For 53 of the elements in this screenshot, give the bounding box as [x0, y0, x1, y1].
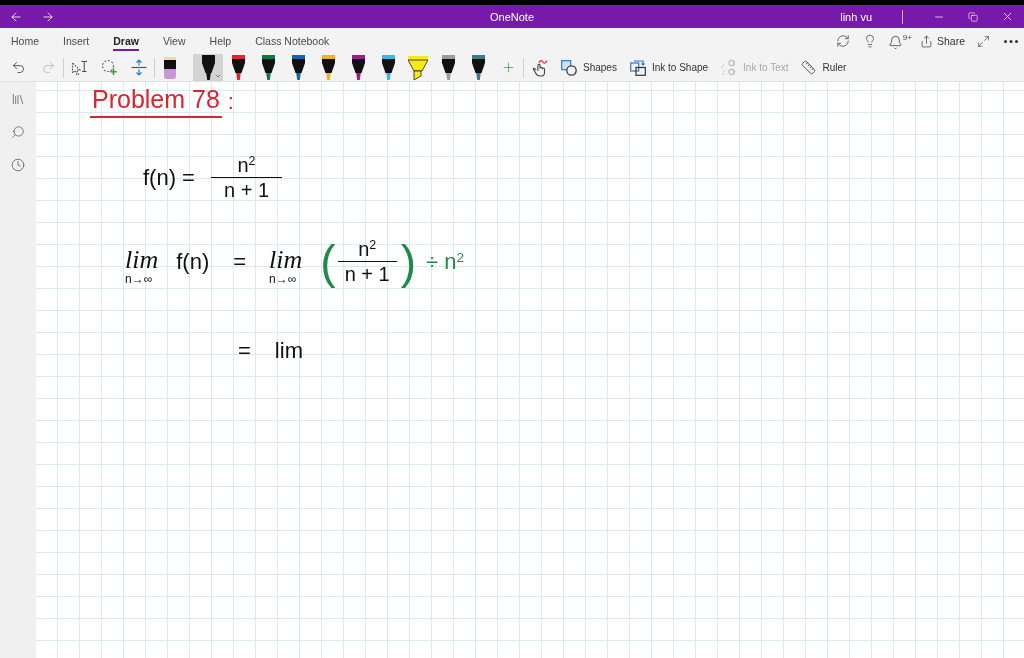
- squares-arrows-icon: [629, 59, 646, 76]
- tool-button[interactable]: Shapes: [554, 54, 623, 81]
- expand-icon: [977, 34, 990, 48]
- limit-label: lim: [269, 248, 303, 272]
- tool-button[interactable]: Ruler: [794, 54, 853, 81]
- ribbon-tab[interactable]: Insert: [63, 28, 90, 54]
- pointer-text-cursor-icon: [70, 59, 88, 76]
- ribbon-tab[interactable]: Class Notebook: [255, 28, 330, 54]
- clock-icon: [11, 157, 25, 172]
- dashed-circle-plus-icon: [100, 59, 118, 76]
- share-icon: [919, 34, 933, 48]
- caret-icon: [214, 72, 222, 80]
- insert-space-icon: [131, 59, 147, 76]
- ribbon-tab[interactable]: Home: [11, 28, 39, 54]
- math-expression: :: [227, 88, 234, 115]
- problem-heading: Problem 78: [90, 85, 222, 118]
- books-icon: [11, 91, 25, 106]
- fraction-numerator: n$^{2}$: [337, 237, 397, 262]
- fraction-denominator: n + 1: [343, 262, 391, 286]
- window-title: OneNote: [490, 10, 534, 23]
- share-button[interactable]: Share: [914, 29, 970, 53]
- math-expression: f(n) =: [143, 164, 195, 191]
- bell-icon: [887, 35, 903, 50]
- ribbon-tab[interactable]: View: [162, 28, 186, 54]
- plus-icon: [500, 60, 516, 75]
- fraction-numerator: n$^{2}$: [210, 153, 282, 178]
- ruler-icon: [801, 60, 817, 75]
- undo-icon: [10, 60, 26, 75]
- notifications-button[interactable]: 9+: [883, 29, 915, 53]
- more-icon: [1003, 39, 1018, 43]
- math-expression: f(n): [176, 248, 210, 275]
- math-expression: lim: [274, 338, 303, 364]
- tool-button[interactable]: Ink to Shape: [622, 54, 715, 81]
- sync-icon: [836, 34, 851, 48]
- square-circle-icon: [561, 59, 577, 76]
- user-name: linh vu: [840, 10, 872, 23]
- restore-icon: [968, 11, 978, 22]
- parenthesis: ): [400, 236, 417, 287]
- ribbon-tab[interactable]: Help: [209, 28, 232, 54]
- search-icon: [11, 124, 25, 139]
- hand-squiggle-icon: [530, 58, 548, 77]
- pen-button[interactable]: [193, 54, 223, 81]
- limit-subscript: n→∞: [125, 272, 153, 287]
- limit-label: lim: [125, 248, 159, 272]
- ribbon-tab[interactable]: Draw: [113, 28, 139, 54]
- math-expression: ÷ n$^{2}$: [426, 248, 465, 275]
- math-expression: =: [233, 248, 247, 275]
- rings-dashes-icon: [721, 59, 738, 76]
- parenthesis: (: [320, 236, 336, 287]
- limit-subscript: n→∞: [269, 272, 297, 287]
- math-expression: =: [238, 338, 251, 364]
- fraction-denominator: n + 1: [222, 178, 270, 202]
- redo-icon: [40, 60, 56, 75]
